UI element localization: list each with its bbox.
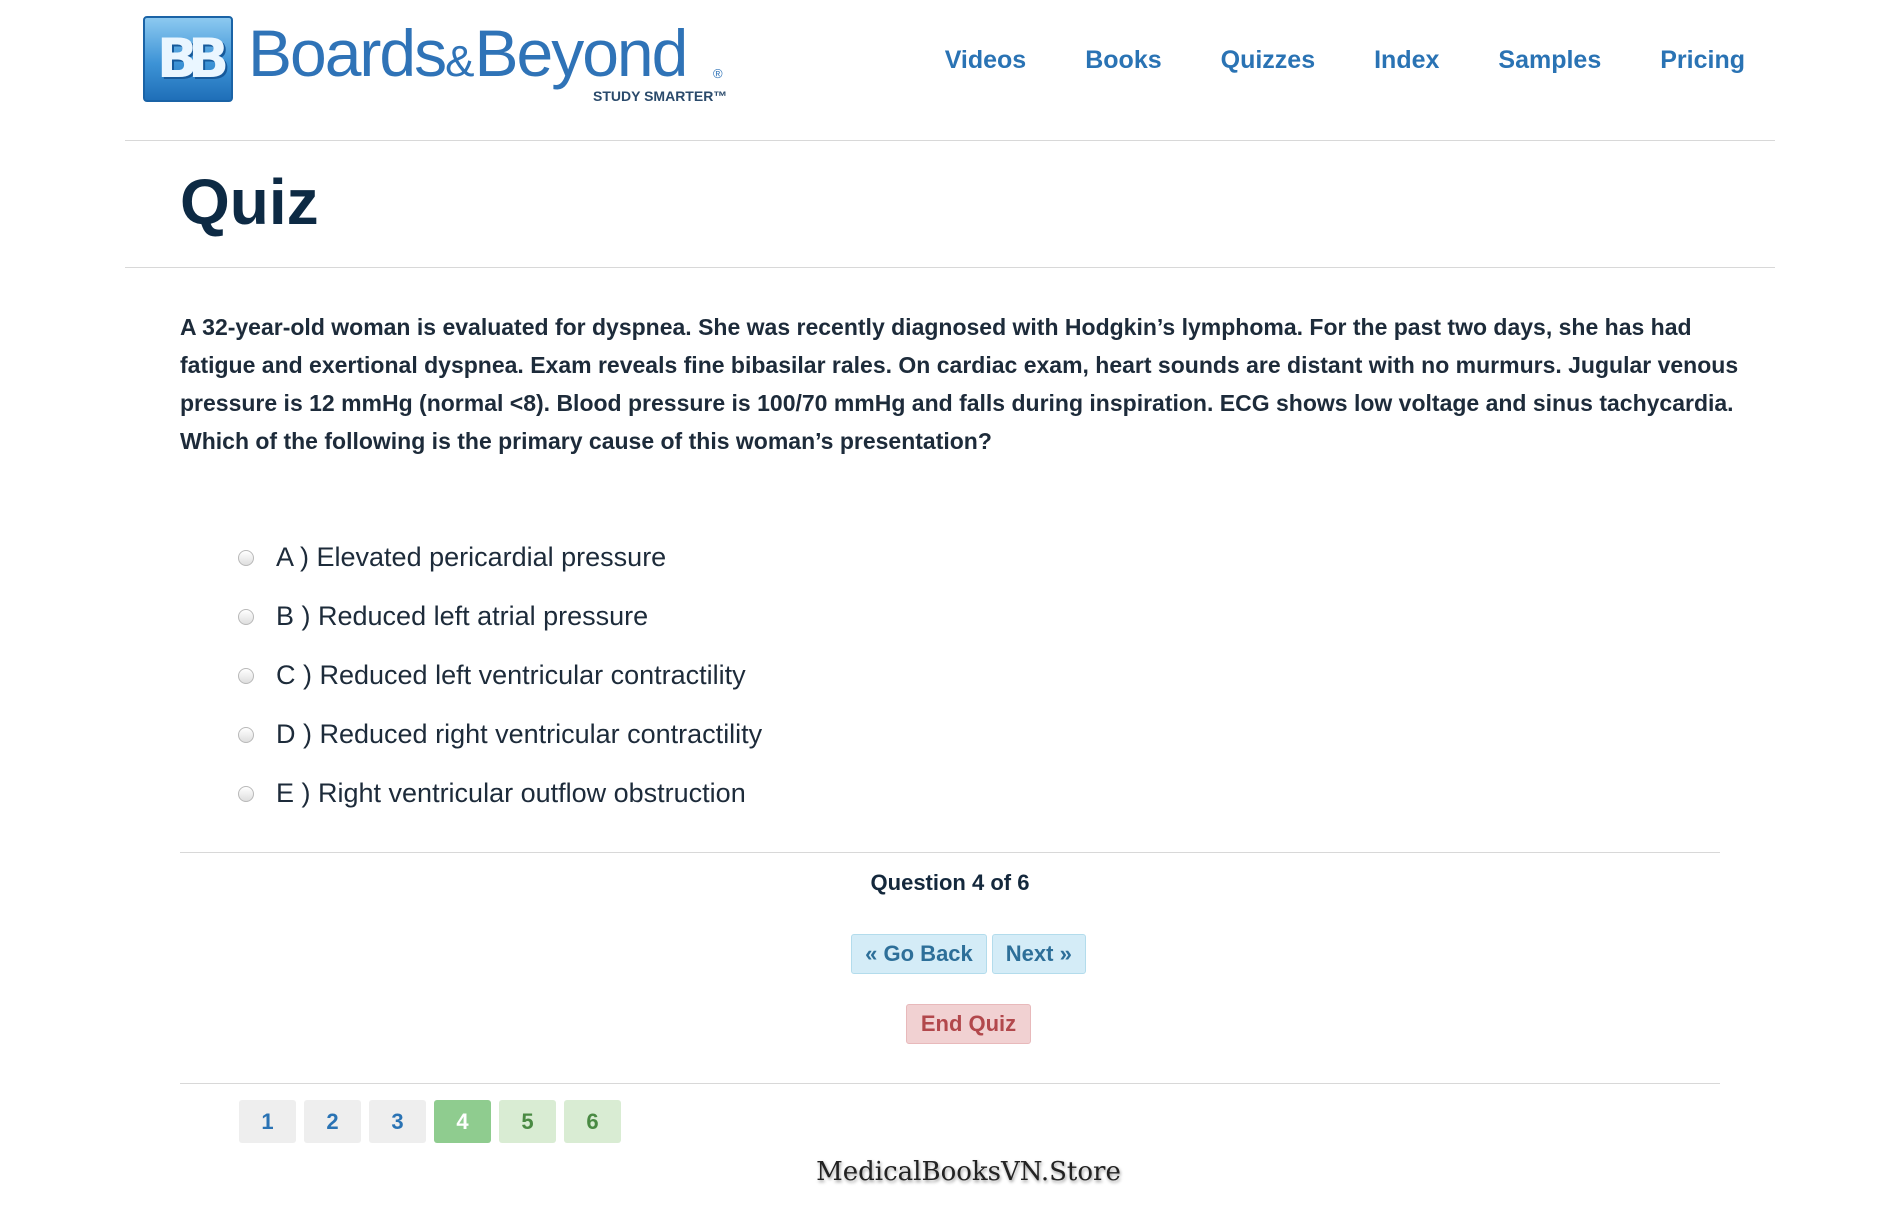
nav-link-index[interactable]: Index bbox=[1374, 46, 1439, 75]
nav-link-videos[interactable]: Videos bbox=[945, 46, 1027, 75]
answer-label-c[interactable]: C ) Reduced left ventricular contractili… bbox=[276, 660, 746, 691]
question-pagination: 1 2 3 4 5 6 bbox=[239, 1100, 621, 1143]
answer-option-d[interactable]: D ) Reduced right ventricular contractil… bbox=[238, 705, 762, 764]
next-button[interactable]: Next » bbox=[991, 934, 1086, 974]
page-button-2[interactable]: 2 bbox=[304, 1100, 361, 1143]
boards-and-beyond-logo[interactable]: BB Boards&Beyond ® STUDY SMARTER™ bbox=[143, 16, 743, 106]
page-title: Quiz bbox=[180, 166, 319, 238]
logo-ampersand: & bbox=[445, 37, 475, 86]
page-button-4-current[interactable]: 4 bbox=[434, 1100, 491, 1143]
pagination-divider bbox=[180, 1083, 1720, 1084]
answer-label-b[interactable]: B ) Reduced left atrial pressure bbox=[276, 601, 648, 632]
answers-divider bbox=[180, 852, 1720, 853]
answer-label-e[interactable]: E ) Right ventricular outflow obstructio… bbox=[276, 778, 746, 809]
question-progress: Question 4 of 6 bbox=[870, 870, 1030, 895]
page-button-1[interactable]: 1 bbox=[239, 1100, 296, 1143]
answer-option-a[interactable]: A ) Elevated pericardial pressure bbox=[238, 528, 762, 587]
answer-label-a[interactable]: A ) Elevated pericardial pressure bbox=[276, 542, 666, 573]
logo-word-boards: Boards bbox=[248, 16, 447, 90]
site-header: BB Boards&Beyond ® STUDY SMARTER™ Videos… bbox=[125, 0, 1775, 141]
logo-word-beyond: Beyond bbox=[474, 16, 688, 90]
radio-button-e[interactable] bbox=[238, 785, 254, 802]
answer-option-c[interactable]: C ) Reduced left ventricular contractili… bbox=[238, 646, 762, 705]
bb-logo-mark-icon: BB bbox=[143, 16, 233, 102]
radio-button-c[interactable] bbox=[238, 667, 254, 684]
nav-link-books[interactable]: Books bbox=[1085, 46, 1161, 75]
answer-option-e[interactable]: E ) Right ventricular outflow obstructio… bbox=[238, 764, 762, 823]
go-back-button[interactable]: « Go Back bbox=[851, 934, 987, 974]
question-nav-buttons: « Go Back Next » bbox=[0, 934, 1899, 974]
logo-tagline: STUDY SMARTER™ bbox=[593, 88, 728, 104]
page-button-3[interactable]: 3 bbox=[369, 1100, 426, 1143]
page-title-section: Quiz bbox=[125, 141, 1775, 268]
end-quiz-button[interactable]: End Quiz bbox=[905, 1004, 1032, 1044]
nav-link-pricing[interactable]: Pricing bbox=[1660, 46, 1745, 75]
radio-button-d[interactable] bbox=[238, 726, 254, 743]
answer-list: A ) Elevated pericardial pressure B ) Re… bbox=[238, 528, 762, 823]
nav-link-quizzes[interactable]: Quizzes bbox=[1221, 46, 1315, 75]
radio-button-a[interactable] bbox=[238, 549, 254, 566]
nav-link-samples[interactable]: Samples bbox=[1498, 46, 1601, 75]
answer-label-d[interactable]: D ) Reduced right ventricular contractil… bbox=[276, 719, 762, 750]
watermark-text: MedicalBooksVN.Store bbox=[816, 1157, 1121, 1187]
question-stem: A 32-year-old woman is evaluated for dys… bbox=[180, 314, 1739, 454]
answer-option-b[interactable]: B ) Reduced left atrial pressure bbox=[238, 587, 762, 646]
page-button-5[interactable]: 5 bbox=[499, 1100, 556, 1143]
page-button-6[interactable]: 6 bbox=[564, 1100, 621, 1143]
registered-mark: ® bbox=[713, 66, 723, 81]
radio-button-b[interactable] bbox=[238, 608, 254, 625]
logo-wordmark: Boards&Beyond bbox=[248, 16, 688, 97]
end-quiz-wrap: End Quiz bbox=[0, 1004, 1899, 1044]
main-nav: Videos Books Quizzes Index Samples Prici… bbox=[945, 46, 1745, 75]
